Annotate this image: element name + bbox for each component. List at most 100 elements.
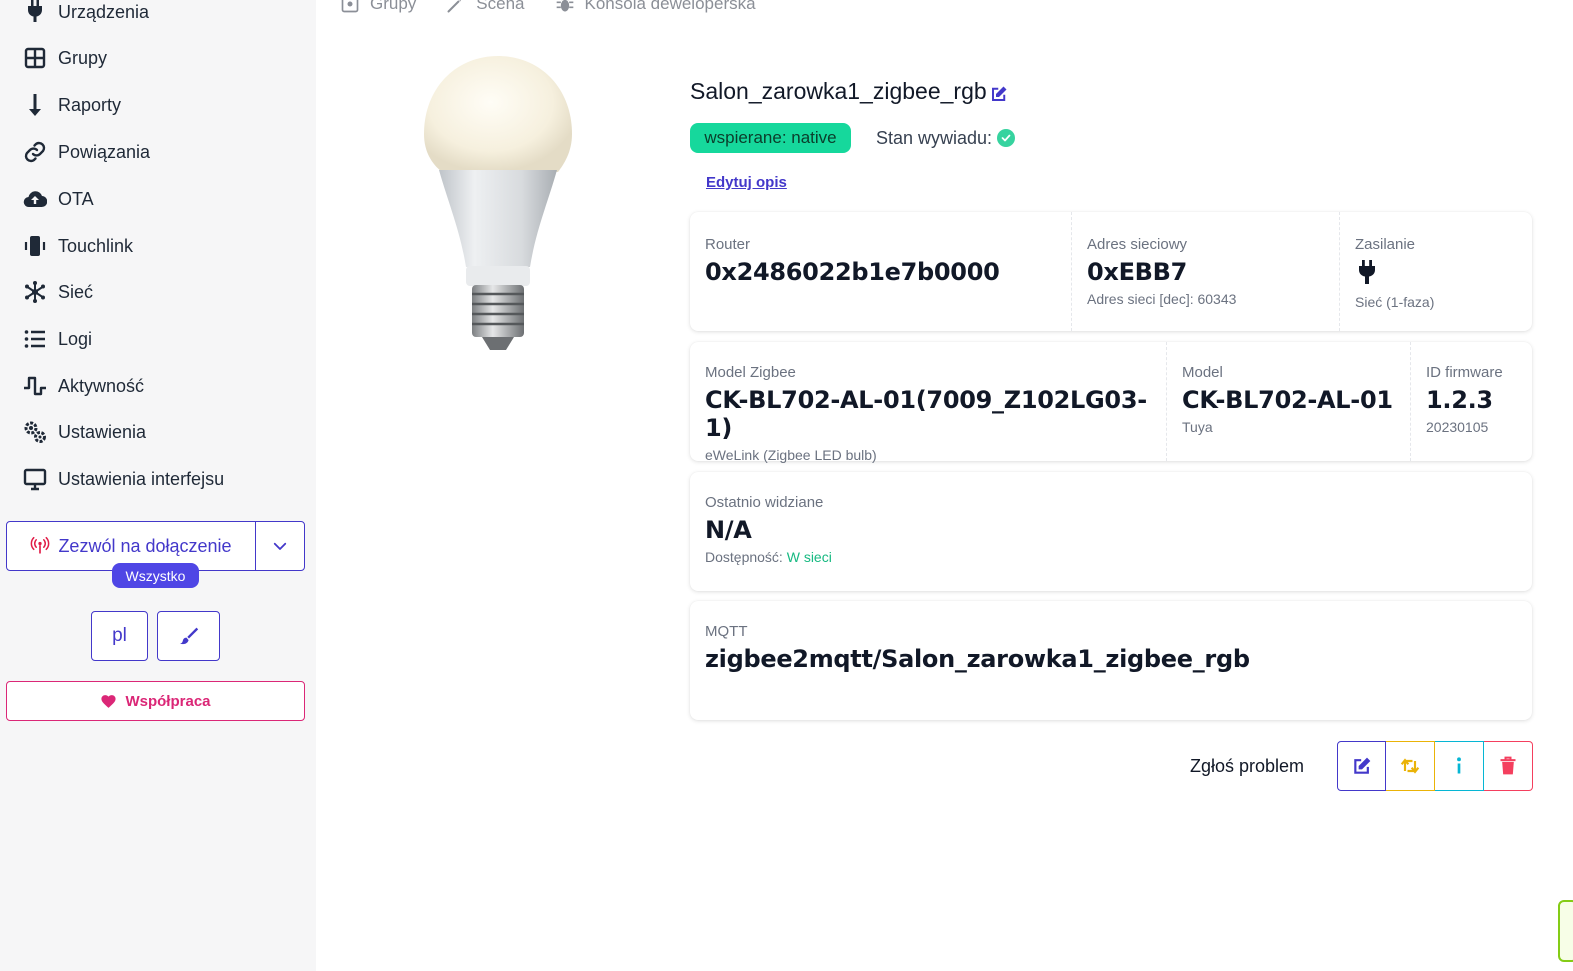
network-icon [22, 279, 48, 305]
desktop-icon [22, 466, 48, 492]
model-value: CK-BL702-AL-01 [1182, 386, 1393, 414]
report-problem-link[interactable]: Zgłoś problem [1190, 756, 1304, 777]
sidebar-item-label: Raporty [58, 94, 122, 115]
magic-wand-icon [447, 0, 462, 13]
sidebar-item-bindings[interactable]: Powiązania [22, 137, 150, 167]
availability: Dostępność: W sieci [705, 549, 1517, 565]
availability-value: W sieci [786, 549, 832, 565]
last-seen-card: Ostatnio widziane N/A Dostępność: W siec… [690, 472, 1532, 591]
power-icon-wrap [1355, 255, 1517, 289]
power-cell: Zasilanie Sieć (1-faza) [1339, 212, 1532, 331]
zigbee-model-desc: eWeLink (Zigbee LED bulb) [705, 447, 877, 463]
rename-button[interactable] [1337, 741, 1386, 791]
grid-icon [22, 45, 48, 71]
retweet-icon [1400, 758, 1420, 774]
link-icon [22, 139, 48, 165]
plug-icon [22, 0, 48, 25]
device-tabs: Grupy Scena Konsola deweloperska [340, 0, 786, 16]
sidebar-item-activity[interactable]: Aktywność [22, 371, 144, 401]
tab-dev-console[interactable]: Konsola deweloperska [555, 0, 756, 14]
power-label: Zasilanie [1355, 236, 1416, 253]
last-seen-value: N/A [705, 516, 752, 544]
sidebar-item-network[interactable]: Sieć [22, 277, 93, 307]
floating-widget[interactable] [1558, 900, 1573, 962]
sidebar-item-label: Aktywność [58, 375, 145, 396]
device-image [424, 56, 572, 350]
tab-scene[interactable]: Scena [446, 0, 525, 14]
last-seen-cell: Ostatnio widziane N/A Dostępność: W siec… [690, 472, 1532, 591]
sidebar-item-reports[interactable]: Raporty [22, 90, 121, 120]
paintbrush-icon [179, 627, 198, 645]
chevron-down-icon [273, 542, 287, 550]
network-card: Router 0x2486022b1e7b0000 Adres sieciowy… [690, 212, 1532, 331]
mqtt-label: MQTT [705, 623, 748, 640]
sidebar-item-label: Sieć [58, 281, 94, 302]
model-label: Model [1182, 364, 1223, 381]
sidebar-item-label: Ustawienia [58, 421, 147, 442]
heart-icon [101, 694, 117, 708]
plug-icon [1359, 260, 1375, 284]
cooperation-label: Współpraca [125, 692, 211, 710]
availability-label: Dostępność: [705, 549, 783, 565]
ieee-address: 0x2486022b1e7b0000 [705, 258, 1000, 286]
cooperation-button[interactable]: Współpraca [6, 681, 305, 721]
sidebar-item-ui-settings[interactable]: Ustawienia interfejsu [22, 464, 224, 494]
power-source: Sieć (1-faza) [1355, 294, 1435, 310]
trash-icon [1500, 756, 1516, 775]
network-address-label: Adres sieciowy [1087, 236, 1188, 253]
router-cell: Router 0x2486022b1e7b0000 [690, 212, 1070, 331]
reconfigure-button[interactable] [1386, 741, 1435, 791]
mqtt-topic: zigbee2mqtt/Salon_zarowka1_zigbee_rgb [705, 645, 1250, 673]
check-icon [997, 129, 1015, 147]
zigbee-model-label: Model Zigbee [705, 364, 796, 381]
firmware-date: 20230105 [1426, 419, 1489, 435]
device-actions [1337, 741, 1533, 791]
tab-label: Scena [476, 0, 525, 13]
firmware-cell: ID firmware 1.2.3 20230105 [1410, 342, 1532, 461]
sidebar: Urządzenia Grupy Raporty Powiązania OTA … [0, 0, 316, 971]
sidebar-item-touchlink[interactable]: Touchlink [22, 231, 133, 261]
remove-button[interactable] [1484, 741, 1533, 791]
network-address-cell: Adres sieciowy 0xEBB7 Adres sieci [dec]:… [1071, 212, 1339, 331]
groups-icon [341, 0, 359, 13]
device-title: Salon_zarowka1_zigbee_rgb [690, 78, 987, 104]
sidebar-item-settings[interactable]: Ustawienia [22, 417, 146, 447]
support-status-badge: wspierane: native [690, 123, 851, 153]
info-icon [1457, 757, 1461, 774]
sidebar-item-label: Ustawienia interfejsu [58, 468, 225, 489]
theme-button[interactable] [157, 611, 220, 661]
interview-button[interactable] [1435, 741, 1484, 791]
gears-icon [22, 419, 48, 445]
tab-label: Konsola deweloperska [584, 0, 756, 13]
sidebar-item-label: Powiązania [58, 141, 151, 162]
permit-join-label: Zezwól na dołączenie [58, 535, 232, 556]
model-card: Model Zigbee CK-BL702-AL-01(7009_Z102LG0… [690, 342, 1532, 463]
sidebar-item-label: Grupy [58, 47, 108, 68]
sidebar-item-groups[interactable]: Grupy [22, 43, 107, 73]
sidebar-item-ota[interactable]: OTA [22, 184, 94, 214]
zigbee-model-cell: Model Zigbee CK-BL702-AL-01(7009_Z102LG0… [690, 342, 1166, 463]
sidebar-item-logs[interactable]: Logi [22, 324, 92, 354]
last-seen-label: Ostatnio widziane [705, 494, 824, 511]
interview-label: Stan wywiadu: [876, 128, 993, 148]
tab-groups[interactable]: Grupy [340, 0, 416, 14]
permit-join-dropdown[interactable] [256, 522, 304, 570]
edit-name-icon[interactable] [990, 85, 1008, 103]
model-vendor: Tuya [1182, 419, 1213, 435]
tab-label: Grupy [370, 0, 417, 13]
router-label: Router [705, 236, 751, 253]
model-cell: Model CK-BL702-AL-01 Tuya [1166, 342, 1410, 461]
cloud-upload-icon [22, 186, 48, 212]
sidebar-item-label: Touchlink [58, 235, 134, 256]
mobile-vibrate-icon [22, 233, 48, 259]
arrow-down-icon [22, 92, 48, 118]
edit-description-link[interactable]: Edytuj opis [706, 174, 787, 191]
mqtt-card: MQTT zigbee2mqtt/Salon_zarowka1_zigbee_r… [690, 601, 1532, 720]
list-icon [22, 326, 48, 352]
network-address-dec: Adres sieci [dec]: 60343 [1087, 291, 1237, 307]
sidebar-item-label: Logi [58, 328, 93, 349]
sidebar-item-devices[interactable]: Urządzenia [22, 0, 149, 27]
language-button[interactable]: pl [91, 611, 148, 661]
tower-broadcast-icon [31, 536, 50, 554]
network-address-value: 0xEBB7 [1087, 258, 1188, 286]
